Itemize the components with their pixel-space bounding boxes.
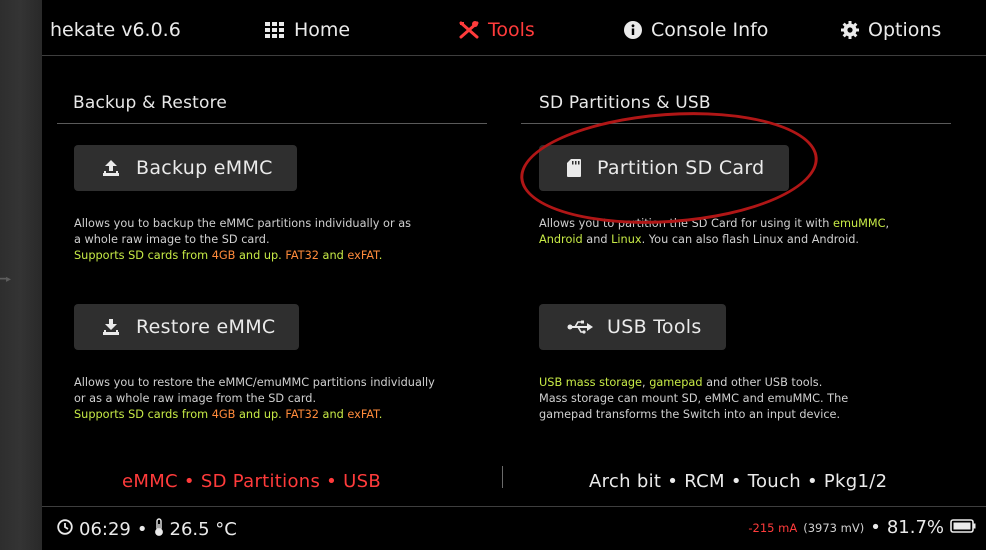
desc-highlight: Linux bbox=[611, 233, 642, 246]
desc-text: . bbox=[378, 408, 383, 421]
restore-emmc-button[interactable]: Restore eMMC bbox=[74, 304, 300, 350]
tab-options-label: Options bbox=[868, 19, 942, 41]
desc-highlight: 4GB bbox=[211, 408, 236, 421]
tab-home[interactable]: Home bbox=[265, 19, 350, 41]
tools-icon bbox=[459, 21, 479, 39]
desc-line: Android and Linux. You can also flash Li… bbox=[539, 232, 889, 248]
status-right: -215 mA (3973 mV) • 81.7% bbox=[748, 517, 976, 538]
desc-text: and bbox=[318, 249, 348, 262]
arrow-left-icon: ━▸ bbox=[0, 274, 12, 285]
status-bullet: • bbox=[870, 517, 881, 538]
desc-highlight: exFAT bbox=[347, 408, 379, 421]
desc-text: Allows you to partition the SD Card for … bbox=[539, 217, 834, 230]
usb-icon bbox=[567, 320, 593, 334]
status-divider bbox=[42, 506, 986, 507]
desc-line: Allows you to backup the eMMC partitions… bbox=[74, 217, 412, 230]
desc-line: Allows you to restore the eMMC/emuMMC pa… bbox=[74, 376, 435, 389]
desc-line: Supports SD cards from 4GB and up. FAT32… bbox=[74, 248, 411, 264]
battery-voltage: (3973 mV) bbox=[803, 520, 865, 535]
backup-emmc-label: Backup eMMC bbox=[136, 157, 273, 179]
desc-text: and bbox=[318, 408, 348, 421]
desc-highlight: 4GB bbox=[211, 249, 236, 262]
tab-tools[interactable]: Tools bbox=[459, 19, 535, 41]
bottom-right-tools-label: Arch bit • RCM • Touch • Pkg1/2 bbox=[589, 471, 888, 492]
sd-card-icon bbox=[567, 159, 581, 177]
gear-icon bbox=[841, 21, 859, 39]
desc-highlight: Android bbox=[539, 233, 583, 246]
partition-sd-card-label: Partition SD Card bbox=[597, 157, 765, 179]
desc-text: Supports SD cards from bbox=[74, 249, 212, 262]
app-title: hekate v6.0.6 bbox=[50, 19, 181, 41]
desc-text: Supports SD cards from bbox=[74, 408, 212, 421]
partition-sd-card-button[interactable]: Partition SD Card bbox=[539, 145, 789, 191]
desc-text: and other USB tools. bbox=[702, 376, 823, 389]
thermometer-icon bbox=[154, 518, 164, 541]
desc-highlight: exFAT bbox=[347, 249, 379, 262]
backup-emmc-button[interactable]: Backup eMMC bbox=[74, 145, 297, 191]
desc-line: Mass storage can mount SD, eMMC and emuM… bbox=[539, 392, 849, 405]
bottom-left-tools-label: eMMC • SD Partitions • USB bbox=[122, 471, 381, 492]
navbar-divider bbox=[42, 55, 986, 56]
info-icon bbox=[624, 21, 642, 39]
download-icon bbox=[102, 318, 120, 336]
usb-tools-button[interactable]: USB Tools bbox=[539, 304, 726, 350]
upload-icon bbox=[102, 159, 120, 177]
grid-icon bbox=[265, 22, 285, 38]
tab-console-info[interactable]: Console Info bbox=[624, 19, 768, 41]
desc-highlight: emuMMC bbox=[833, 217, 886, 230]
desc-line: Supports SD cards from 4GB and up. FAT32… bbox=[74, 407, 488, 423]
desc-text: and up. bbox=[235, 408, 286, 421]
tab-tools-label: Tools bbox=[488, 19, 535, 41]
top-navbar: hekate v6.0.6 Home Tools Console Info Op… bbox=[42, 0, 986, 60]
usb-description: USB mass storage, gamepad and other USB … bbox=[539, 375, 848, 423]
status-left: 06:29 • 26.5 °C bbox=[57, 518, 237, 541]
desc-text: and bbox=[582, 233, 612, 246]
desc-text: . You can also flash Linux and Android. bbox=[641, 233, 859, 246]
status-bullet: • bbox=[136, 519, 148, 540]
desc-line: gamepad transforms the Switch into an in… bbox=[539, 408, 841, 421]
section-divider-left bbox=[57, 123, 487, 124]
backup-description: Allows you to backup the eMMC partitions… bbox=[74, 216, 411, 264]
desc-line: a whole raw image to the SD card. bbox=[74, 233, 270, 246]
section-title-sd-usb: SD Partitions & USB bbox=[539, 93, 711, 113]
tab-home-label: Home bbox=[294, 19, 351, 41]
restore-description: Allows you to restore the eMMC/emuMMC pa… bbox=[74, 375, 488, 423]
desc-highlight: USB mass storage bbox=[539, 376, 642, 389]
temperature-value: 26.5 °C bbox=[169, 519, 237, 540]
desc-highlight: FAT32 bbox=[285, 408, 319, 421]
battery-icon bbox=[950, 517, 976, 538]
restore-emmc-label: Restore eMMC bbox=[136, 316, 276, 338]
battery-current: -215 mA bbox=[748, 520, 798, 535]
desc-highlight: FAT32 bbox=[285, 249, 319, 262]
desc-text: . bbox=[378, 249, 383, 262]
tab-console-info-label: Console Info bbox=[651, 19, 769, 41]
desc-text: and up. bbox=[235, 249, 286, 262]
section-title-backup-restore: Backup & Restore bbox=[73, 93, 228, 113]
hekate-screen: hekate v6.0.6 Home Tools Console Info Op… bbox=[42, 0, 986, 550]
desc-line: Allows you to partition the SD Card for … bbox=[539, 216, 889, 232]
tab-options[interactable]: Options bbox=[841, 19, 941, 41]
clock-icon bbox=[57, 519, 73, 540]
section-divider-right bbox=[521, 123, 951, 124]
clock-time: 06:29 bbox=[79, 519, 131, 540]
usb-tools-label: USB Tools bbox=[607, 316, 702, 338]
desc-highlight: gamepad bbox=[649, 376, 703, 389]
partition-description: Allows you to partition the SD Card for … bbox=[539, 216, 889, 248]
desc-line: or as a whole raw image from the SD card… bbox=[74, 392, 317, 405]
desc-text: , bbox=[885, 217, 890, 230]
bottom-divider bbox=[502, 466, 503, 488]
battery-percent: 81.7% bbox=[886, 517, 944, 538]
desc-line: USB mass storage, gamepad and other USB … bbox=[539, 375, 848, 391]
